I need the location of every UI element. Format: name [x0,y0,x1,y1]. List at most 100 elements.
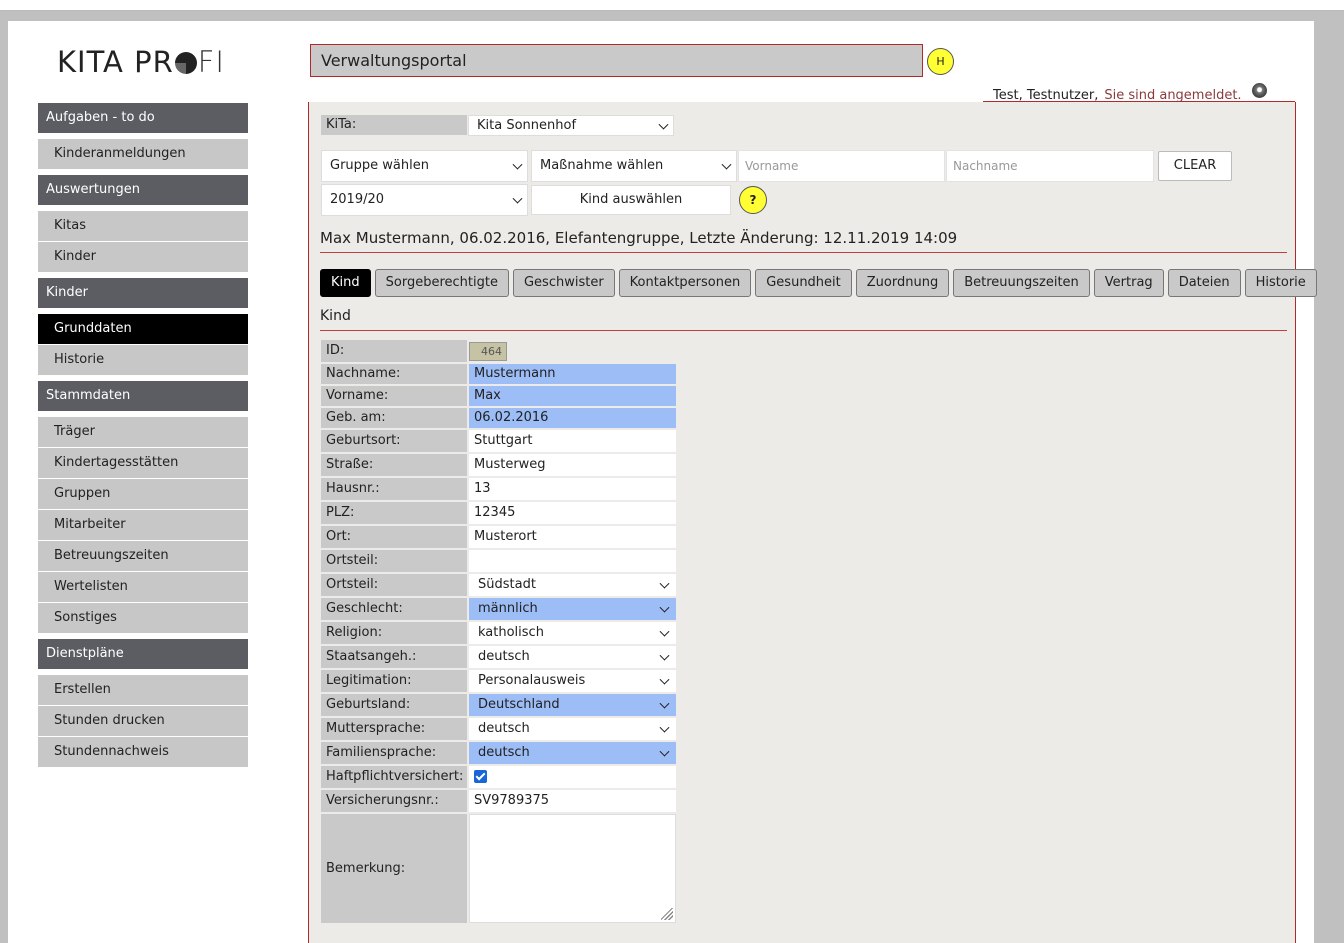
form-row-haftpflichtversichert: Haftpflichtversichert: [321,766,677,788]
field-label: Vorname: [321,386,467,406]
login-status: Sie sind angemeldet. [1104,88,1242,103]
sidebar-item-gruppen[interactable]: Gruppen [38,479,248,509]
field-label: Haftpflichtversichert: [321,766,467,788]
field-value: 12345 [474,505,516,520]
sidebar-item-stundennachweis[interactable]: Stundennachweis [38,737,248,767]
field-value: Stuttgart [474,433,533,448]
resize-grip-icon[interactable] [661,908,673,920]
chevron-down-icon [659,746,670,757]
plz-field[interactable]: 12345 [469,502,676,524]
tab-betreuungszeiten[interactable]: Betreuungszeiten [953,269,1090,297]
sidebar-item-mitarbeiter[interactable]: Mitarbeiter [38,510,248,540]
id-cell: 464 [469,340,676,362]
sidebar-heading[interactable]: Dienstpläne [38,639,248,669]
field-value: 06.02.2016 [474,410,549,425]
gruppe-select[interactable]: Gruppe wählen [321,150,528,182]
id-field: 464 [469,342,507,361]
form-row-familiensprache: Familiensprache: deutsch [321,742,677,764]
tab-vertrag[interactable]: Vertrag [1093,269,1164,297]
field-label: Geschlecht: [321,598,467,620]
legitimation-select[interactable]: Personalausweis [469,670,676,692]
nachname-field[interactable]: Mustermann [469,364,676,384]
muttersprache-select[interactable]: deutsch [469,718,676,740]
checkbox-checked-icon[interactable] [474,770,487,783]
form-row-religion: Religion: katholisch [321,622,677,644]
tab-geschwister[interactable]: Geschwister [512,269,615,297]
ortsteil-field[interactable] [469,550,676,572]
tab-historie[interactable]: Historie [1244,269,1317,297]
staatsangeh-select[interactable]: deutsch [469,646,676,668]
field-label: Muttersprache: [321,718,467,740]
field-label: Ortsteil: [321,550,467,572]
sidebar-heading[interactable]: Aufgaben - to do [38,103,248,133]
religion-select[interactable]: katholisch [469,622,676,644]
familiensprache-select[interactable]: deutsch [469,742,676,764]
sidebar-item-kinderanmeldungen[interactable]: Kinderanmeldungen [38,139,248,169]
ort-field[interactable]: Musterort [469,526,676,548]
sidebar-group-dienstplaene: Dienstpläne Erstellen Stunden drucken Stund… [38,639,248,767]
sidebar-heading[interactable]: Stammdaten [38,381,248,411]
sidebar-item-traeger[interactable]: Träger [38,417,248,447]
vorname-input[interactable]: Vorname [738,150,945,182]
jahr-select[interactable]: 2019/20 [321,184,528,216]
sidebar-item-kitas[interactable]: Kitas [38,211,248,241]
logout-icon[interactable] [1252,83,1267,98]
geb-am-field[interactable]: 06.02.2016 [469,408,676,428]
sidebar-item-stunden-drucken[interactable]: Stunden drucken [38,706,248,736]
chevron-down-icon [659,698,670,709]
form-row-bemerkung: Bemerkung: [321,814,677,923]
sidebar-item-kinder[interactable]: Kinder [38,242,248,272]
sidebar-group-stammdaten: Stammdaten Träger Kindertagesstätten Gruppe… [38,381,248,633]
field-value: Musterweg [474,457,546,472]
hausnr-field[interactable]: 13 [469,478,676,500]
field-label: Straße: [321,454,467,476]
sidebar-item-erstellen[interactable]: Erstellen [38,675,248,705]
sidebar-item-kindertagesstaetten[interactable]: Kindertagesstätten [38,448,248,478]
tab-dateien[interactable]: Dateien [1167,269,1241,297]
sidebar-group-kinder: Kinder Grunddaten Historie [38,278,248,375]
kita-select[interactable]: Kita Sonnenhof [468,115,674,136]
kind-auswaehlen-button[interactable]: Kind auswählen [531,185,731,215]
sidebar-item-historie[interactable]: Historie [38,345,248,375]
field-value: Südstadt [478,577,536,592]
help-button-question[interactable]: ? [739,186,767,214]
logo-text-left: KITA PR [57,45,174,79]
form-row-ortsteil: Ortsteil: Südstadt [321,574,677,596]
sidebar-item-betreuungszeiten[interactable]: Betreuungszeiten [38,541,248,571]
sidebar-item-wertelisten[interactable]: Wertelisten [38,572,248,602]
field-value: Personalausweis [478,673,586,688]
geschlecht-select[interactable]: männlich [469,598,676,620]
versicherungsnr-field[interactable]: SV9789375 [469,790,676,812]
field-value: Mustermann [474,366,556,381]
tab-kind[interactable]: Kind [320,269,371,297]
jahr-select-value: 2019/20 [330,192,385,207]
sidebar-item-grunddaten[interactable]: Grunddaten [38,314,248,344]
massnahme-select[interactable]: Maßnahme wählen [531,150,737,182]
geburtsland-select[interactable]: Deutschland [469,694,676,716]
chevron-down-icon [659,602,670,613]
field-value: deutsch [478,649,530,664]
sidebar-item-sonstiges[interactable]: Sonstiges [38,603,248,633]
field-value: deutsch [478,745,530,760]
tab-sorgeberechtigte[interactable]: Sorgeberechtigte [374,269,509,297]
bemerkung-textarea[interactable] [469,814,676,923]
tab-gesundheit[interactable]: Gesundheit [755,269,852,297]
chevron-down-icon [512,159,523,170]
form-row-legitimation: Legitimation: Personalausweis [321,670,677,692]
sidebar-heading[interactable]: Kinder [38,278,248,308]
tab-zuordnung[interactable]: Zuordnung [855,269,950,297]
geburtsort-field[interactable]: Stuttgart [469,430,676,452]
chevron-down-icon [658,119,669,130]
sidebar-heading[interactable]: Auswertungen [38,175,248,205]
nachname-input[interactable]: Nachname [946,150,1154,182]
haftpflicht-checkbox-cell[interactable] [469,766,676,788]
tab-kontaktpersonen[interactable]: Kontaktpersonen [618,269,752,297]
ortsteil-select[interactable]: Südstadt [469,574,676,596]
help-button-h[interactable]: H [927,48,954,75]
gruppe-select-value: Gruppe wählen [330,158,429,173]
field-label: Familiensprache: [321,742,467,764]
logo: KITA PR FI [57,45,225,79]
vorname-field[interactable]: Max [469,386,676,406]
strasse-field[interactable]: Musterweg [469,454,676,476]
clear-button[interactable]: CLEAR [1158,151,1232,181]
